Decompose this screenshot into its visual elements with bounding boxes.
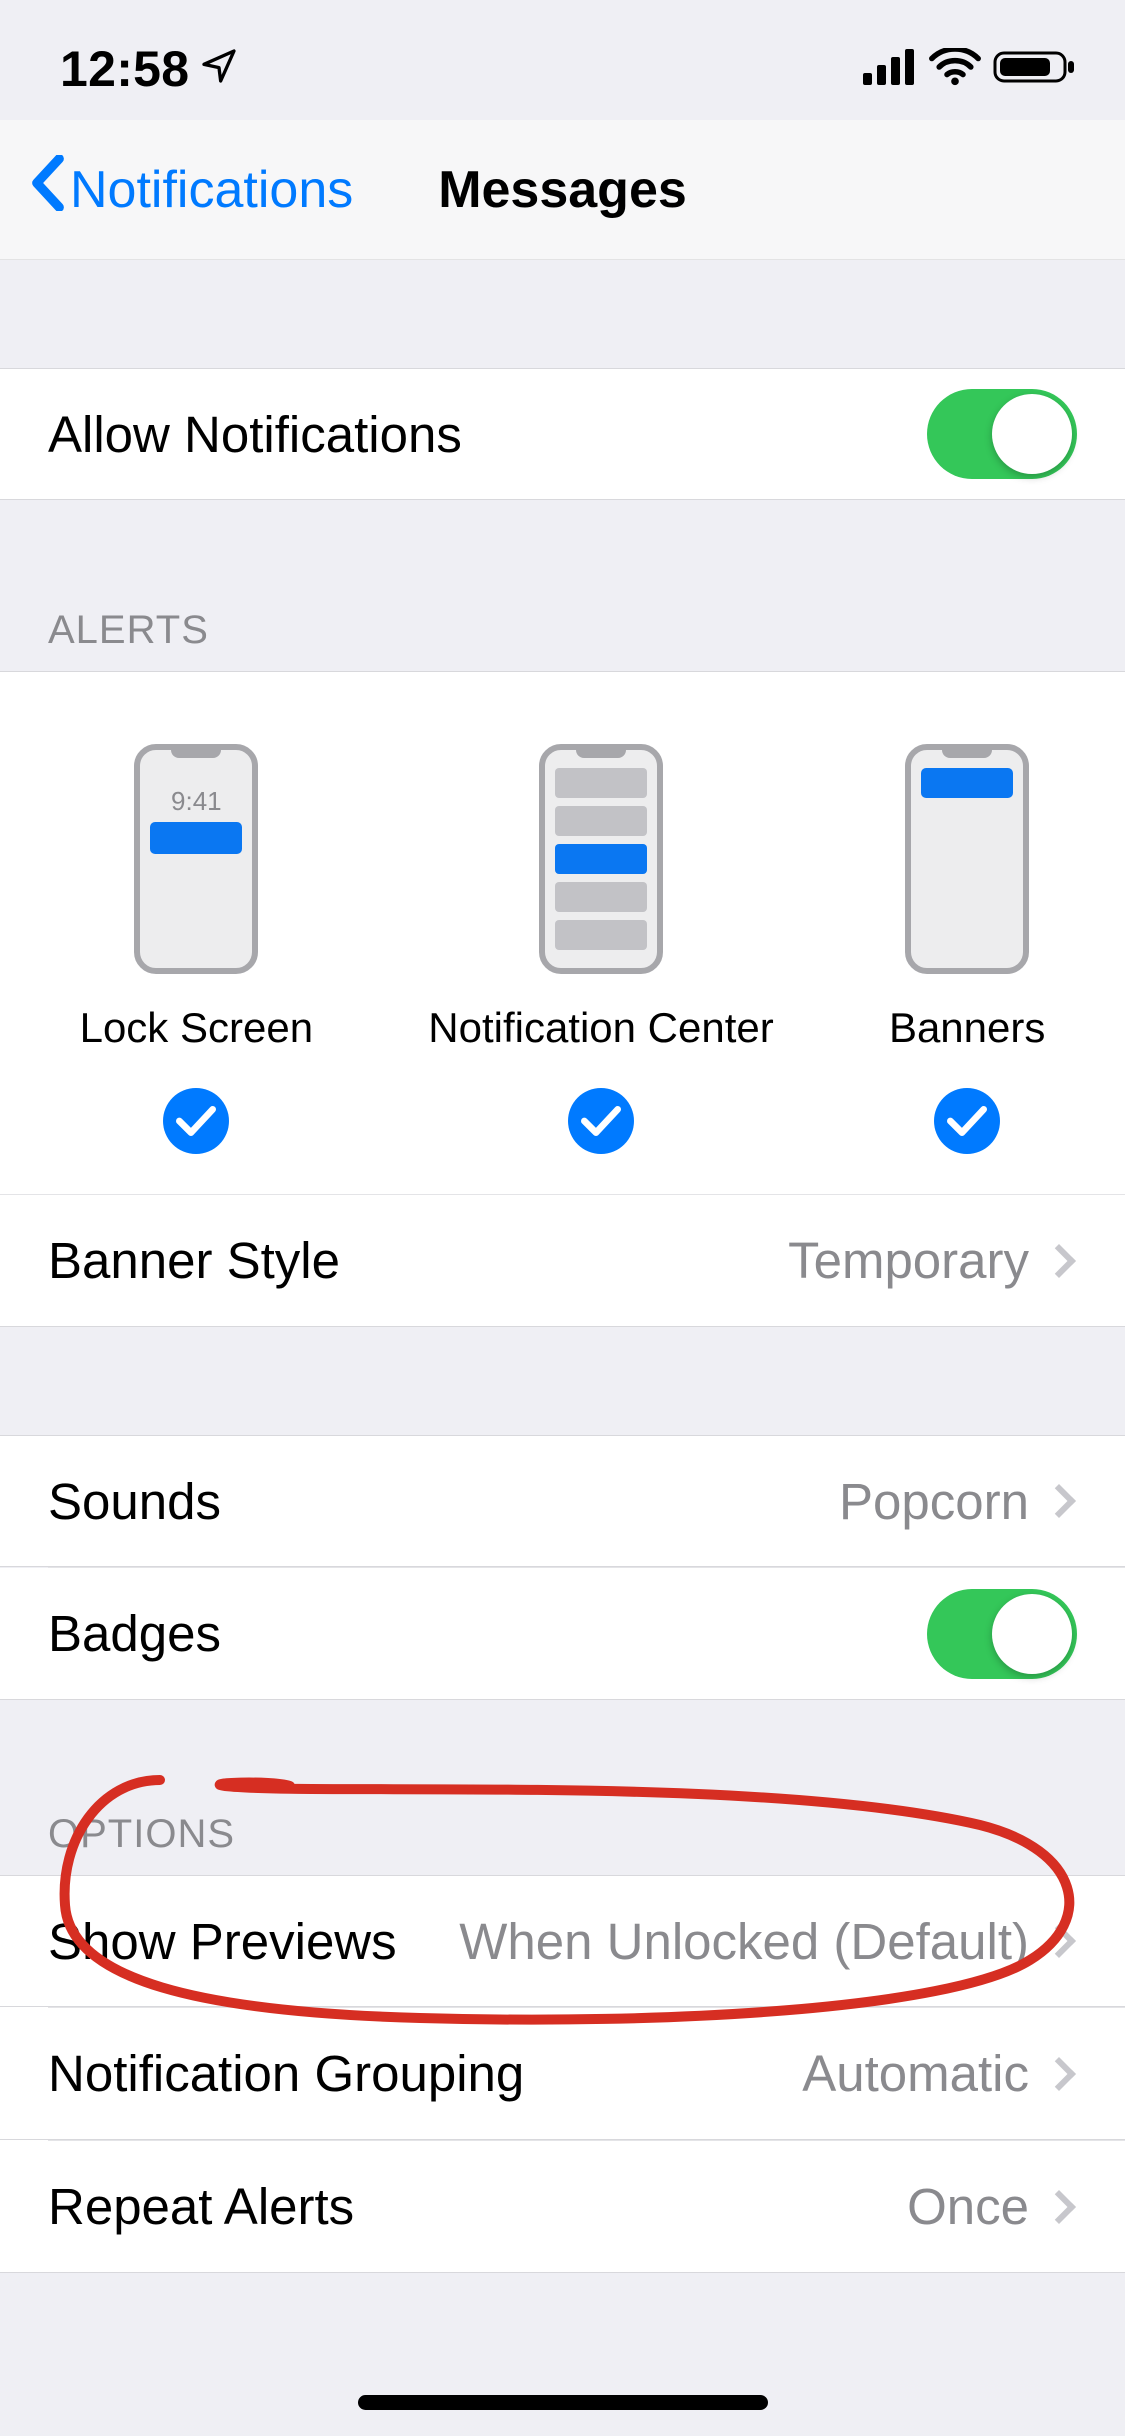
notification-grouping-value: Automatic — [802, 2044, 1029, 2103]
banners-label: Banners — [889, 1004, 1045, 1052]
navigation-bar: Notifications Messages — [0, 120, 1125, 260]
home-indicator[interactable] — [358, 2395, 768, 2410]
alert-types-row: 9:41 Lock Screen Notification Center — [0, 672, 1125, 1195]
notification-grouping-row[interactable]: Notification Grouping Automatic — [0, 2008, 1125, 2140]
chevron-right-icon — [1042, 2057, 1076, 2091]
banner-style-label: Banner Style — [48, 1231, 340, 1290]
status-time: 12:58 — [60, 40, 189, 98]
lock-screen-label: Lock Screen — [80, 1004, 313, 1052]
allow-notifications-label: Allow Notifications — [48, 405, 462, 464]
chevron-right-icon — [1042, 1484, 1076, 1518]
battery-icon — [993, 47, 1075, 92]
alerts-panel: 9:41 Lock Screen Notification Center — [0, 671, 1125, 1327]
lock-screen-mock-time: 9:41 — [140, 786, 252, 817]
alerts-section-header: ALERTS — [0, 500, 1125, 671]
banners-preview-icon — [905, 744, 1029, 974]
cellular-icon — [863, 49, 917, 90]
badges-label: Badges — [48, 1604, 221, 1663]
lock-screen-preview-icon: 9:41 — [134, 744, 258, 974]
notification-center-checkmark[interactable] — [568, 1088, 634, 1154]
spacer — [0, 1327, 1125, 1435]
spacer — [0, 260, 1125, 368]
sounds-row[interactable]: Sounds Popcorn — [0, 1435, 1125, 1567]
banner-style-value: Temporary — [788, 1231, 1029, 1290]
sounds-value: Popcorn — [839, 1472, 1029, 1531]
allow-notifications-row[interactable]: Allow Notifications — [0, 368, 1125, 500]
repeat-alerts-value: Once — [907, 2177, 1029, 2236]
alert-type-lock-screen[interactable]: 9:41 Lock Screen — [80, 744, 313, 1154]
status-time-group: 12:58 — [60, 40, 239, 98]
banners-checkmark[interactable] — [934, 1088, 1000, 1154]
lock-screen-checkmark[interactable] — [163, 1088, 229, 1154]
chevron-right-icon — [1042, 1924, 1076, 1958]
notification-grouping-label: Notification Grouping — [48, 2044, 524, 2103]
show-previews-label: Show Previews — [48, 1912, 397, 1971]
status-right — [863, 47, 1075, 92]
back-label: Notifications — [70, 160, 353, 220]
back-button[interactable]: Notifications — [30, 155, 353, 224]
banner-style-row[interactable]: Banner Style Temporary — [0, 1195, 1125, 1327]
wifi-icon — [929, 48, 981, 91]
allow-notifications-toggle[interactable] — [927, 389, 1077, 479]
location-icon — [199, 40, 239, 98]
notification-center-preview-icon — [539, 744, 663, 974]
show-previews-row[interactable]: Show Previews When Unlocked (Default) — [0, 1875, 1125, 2007]
chevron-right-icon — [1042, 2190, 1076, 2224]
badges-toggle[interactable] — [927, 1589, 1077, 1679]
options-section-header: OPTIONS — [0, 1700, 1125, 1875]
repeat-alerts-label: Repeat Alerts — [48, 2177, 354, 2236]
alert-type-notification-center[interactable]: Notification Center — [428, 744, 774, 1154]
chevron-left-icon — [30, 155, 66, 224]
badges-row[interactable]: Badges — [0, 1568, 1125, 1700]
sounds-label: Sounds — [48, 1472, 221, 1531]
show-previews-value: When Unlocked (Default) — [459, 1912, 1029, 1971]
notification-center-label: Notification Center — [428, 1004, 774, 1052]
chevron-right-icon — [1042, 1244, 1076, 1278]
repeat-alerts-row[interactable]: Repeat Alerts Once — [0, 2141, 1125, 2273]
status-bar: 12:58 — [0, 0, 1125, 120]
alert-type-banners[interactable]: Banners — [889, 744, 1045, 1154]
